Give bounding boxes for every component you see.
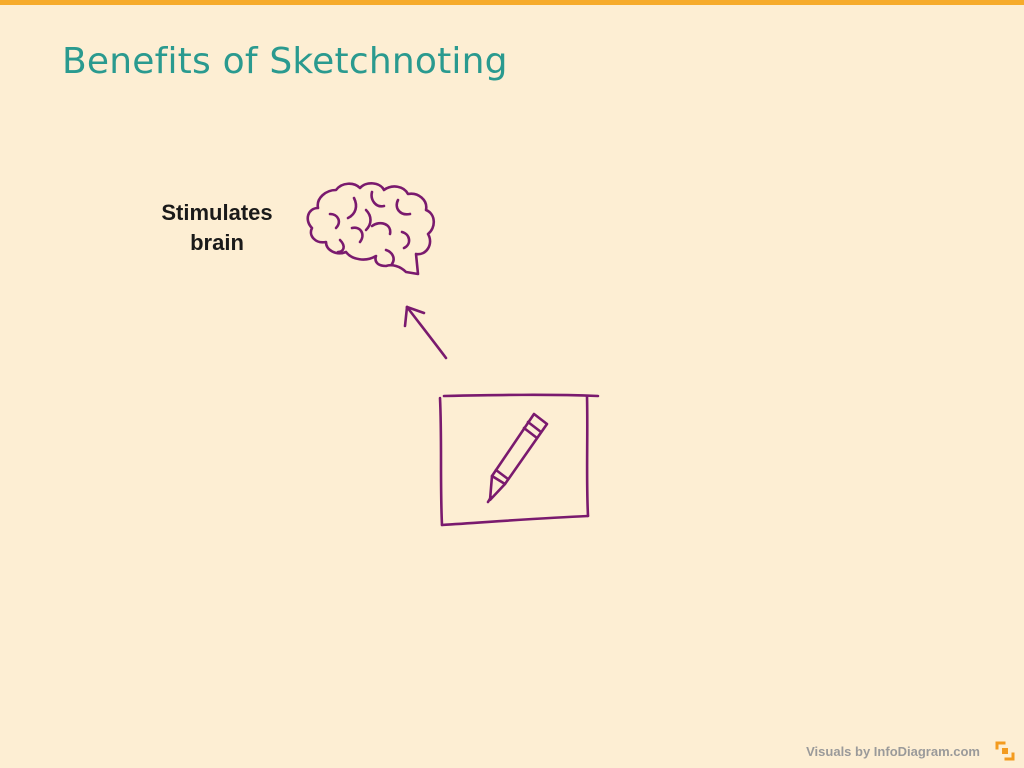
arrow-icon — [403, 305, 448, 360]
brain-icon — [306, 182, 436, 276]
sketch-illustration — [306, 182, 600, 527]
frame-icon — [438, 393, 600, 527]
footer-credit: Visuals by InfoDiagram.com — [806, 744, 980, 759]
infodiagram-logo-icon — [995, 741, 1015, 761]
pencil-icon — [486, 412, 549, 504]
